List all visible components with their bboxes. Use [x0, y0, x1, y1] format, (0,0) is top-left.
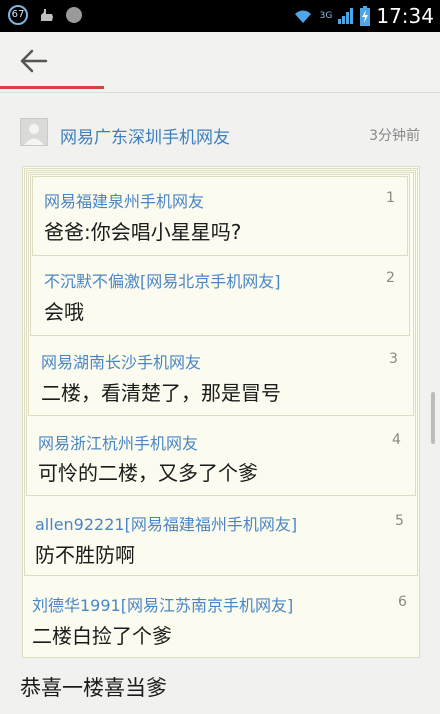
comment-text: 二楼白捡了个爹 [32, 624, 172, 648]
comment-text: 爸爸:你会唱小星星吗? [44, 220, 242, 244]
post-main-text: 恭喜一楼喜当爹 [20, 676, 167, 700]
comment-username[interactable]: allen92221[网易福建福州手机网友] [35, 511, 297, 535]
status-left-icons: 67 [8, 5, 82, 25]
accent-underline [0, 86, 104, 89]
user-silhouette-icon [24, 124, 44, 145]
floor-number: 3 [389, 351, 398, 367]
post-username[interactable]: 网易广东深圳手机网友 [60, 123, 230, 148]
arrow-left-icon [20, 49, 48, 73]
scrollbar[interactable] [431, 392, 435, 444]
comment-username[interactable]: 网易浙江杭州手机网友 [38, 430, 198, 454]
signal-icon [338, 8, 354, 24]
comment-text: 会哦 [44, 300, 84, 324]
action-bar [0, 32, 440, 90]
post-header: 网易广东深圳手机网友 3分钟前 [20, 118, 430, 150]
network-type-label: 3G [319, 10, 333, 21]
hand-icon [41, 9, 53, 21]
avatar[interactable] [20, 118, 48, 146]
status-bar: 67 3G 17:34 [0, 0, 440, 32]
comment-text: 可怜的二楼，又多了个爹 [38, 461, 258, 485]
divider [0, 92, 440, 93]
floor-number: 2 [386, 270, 395, 286]
comment-text: 防不胜防啊 [35, 543, 135, 567]
clock: 17:34 [376, 4, 434, 28]
post-timestamp: 3分钟前 [369, 128, 420, 144]
status-right-icons: 3G 17:34 [292, 4, 434, 28]
comment-username[interactable]: 网易福建泉州手机网友 [44, 188, 204, 212]
back-button[interactable] [18, 46, 50, 76]
floor-number: 4 [392, 432, 401, 448]
sync-icon [66, 7, 82, 23]
comment-text: 二楼，看清楚了，那是冒号 [41, 381, 281, 405]
battery-charging-icon [360, 6, 371, 26]
comment-username[interactable]: 网易湖南长沙手机网友 [41, 349, 201, 373]
comment-username[interactable]: 不沉默不偏激[网易北京手机网友] [44, 268, 281, 292]
floor-number: 1 [386, 190, 395, 206]
floor-number: 5 [395, 513, 404, 529]
wifi-icon [294, 10, 311, 23]
floor-number: 6 [398, 594, 407, 610]
comment-username[interactable]: 刘德华1991[网易江苏南京手机网友] [32, 592, 293, 616]
notification-count-badge: 67 [8, 5, 28, 25]
